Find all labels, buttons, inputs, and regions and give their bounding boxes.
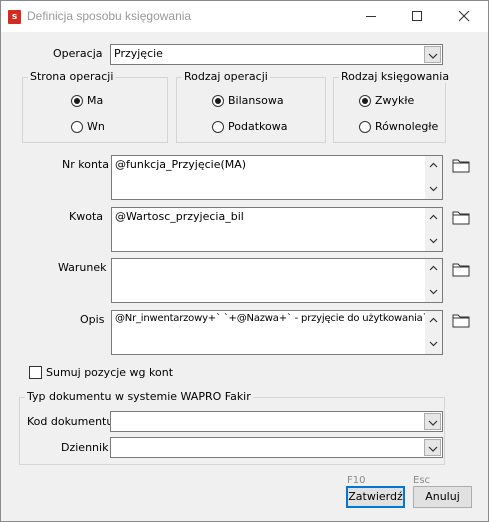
nr-konta-label: Nr konta [62, 158, 109, 171]
sumuj-checkbox[interactable] [29, 366, 42, 379]
window-title: Definicja sposobu księgowania [27, 9, 192, 23]
maximize-button[interactable] [395, 1, 441, 32]
radio-zwykle-label: Zwykłe [375, 94, 415, 107]
warunek-scrollbar[interactable] [425, 259, 442, 302]
typ-dokumentu-title: Typ dokumentu w systemie WAPRO Fakir [25, 390, 253, 403]
dziennik-select[interactable] [110, 437, 443, 458]
radio-wn[interactable] [71, 121, 83, 133]
operacja-value: Przyjęcie [114, 47, 163, 60]
radio-podatkowa-label: Podatkowa [228, 120, 288, 133]
scroll-down-icon[interactable] [429, 289, 438, 295]
kwota-scrollbar[interactable] [425, 208, 442, 251]
close-button[interactable] [442, 1, 488, 32]
maximize-icon [412, 11, 422, 21]
operacja-select[interactable]: Przyjęcie [110, 44, 443, 65]
folder-icon[interactable] [452, 313, 470, 328]
kwota-field[interactable]: @Wartosc_przyjecia_bil [111, 207, 443, 252]
nr-konta-scrollbar[interactable] [425, 156, 442, 199]
sumuj-label: Sumuj pozycje wg kont [46, 366, 174, 379]
kwota-value: @Wartosc_przyjecia_bil [115, 210, 244, 223]
anuluj-button[interactable]: Anuluj [413, 486, 472, 508]
scroll-down-icon[interactable] [429, 186, 438, 192]
dziennik-dropdown-button[interactable] [424, 439, 441, 456]
folder-icon[interactable] [452, 210, 470, 225]
dialog-window: s Definicja sposobu księgowania Operacja… [0, 0, 489, 522]
nr-konta-value: @funkcja_Przyjęcie(MA) [115, 158, 247, 171]
opis-scrollbar[interactable] [425, 311, 442, 354]
warunek-field[interactable] [111, 258, 443, 303]
minimize-icon [366, 16, 376, 17]
close-icon [459, 11, 470, 22]
scroll-up-icon[interactable] [429, 265, 438, 271]
radio-bilansowa-label: Bilansowa [228, 94, 284, 107]
chevron-down-icon [428, 446, 438, 452]
rodzaj-ksiegowania-title: Rodzaj księgowania [339, 70, 452, 83]
radio-rownolegle[interactable] [359, 121, 371, 133]
dziennik-label: Dziennik [61, 441, 109, 454]
scroll-down-icon[interactable] [429, 341, 438, 347]
opis-value: @Nr_inwentarzowy+` `+@Nazwa+` - przyjęci… [115, 313, 428, 324]
opis-field[interactable]: @Nr_inwentarzowy+` `+@Nazwa+` - przyjęci… [111, 310, 443, 355]
chevron-down-icon [428, 420, 438, 426]
title-bar[interactable]: s Definicja sposobu księgowania [1, 1, 488, 32]
rodzaj-operacji-group: Rodzaj operacji Bilansowa Podatkowa [176, 70, 326, 143]
cancel-shortcut-hint: Esc [413, 475, 431, 486]
kwota-label: Kwota [69, 210, 103, 223]
folder-icon[interactable] [452, 262, 470, 277]
nr-konta-field[interactable]: @funkcja_Przyjęcie(MA) [111, 155, 443, 200]
rodzaj-ksiegowania-group: Rodzaj księgowania Zwykłe Równoległe [333, 70, 452, 143]
scroll-up-icon[interactable] [429, 317, 438, 323]
zatwierdz-button[interactable]: Zatwierdź [346, 486, 405, 508]
opis-label: Opis [80, 313, 105, 326]
radio-ma-label: Ma [87, 94, 104, 107]
radio-ma[interactable] [71, 95, 83, 107]
radio-wn-label: Wn [87, 120, 105, 133]
radio-bilansowa[interactable] [212, 95, 224, 107]
scroll-up-icon[interactable] [429, 214, 438, 220]
warunek-label: Warunek [58, 261, 107, 274]
minimize-button[interactable] [349, 1, 395, 32]
folder-icon[interactable] [452, 158, 470, 173]
kod-dokumentu-dropdown-button[interactable] [424, 413, 441, 430]
strona-operacji-group: Strona operacji Ma Wn [22, 70, 168, 143]
strona-operacji-title: Strona operacji [28, 70, 116, 83]
rodzaj-operacji-title: Rodzaj operacji [182, 70, 270, 83]
kod-dokumentu-select[interactable] [110, 411, 443, 432]
radio-podatkowa[interactable] [212, 121, 224, 133]
operacja-dropdown-button[interactable] [424, 46, 441, 63]
radio-rownolegle-label: Równoległe [375, 120, 439, 133]
app-icon: s [8, 10, 21, 24]
operacja-label: Operacja [53, 47, 103, 60]
kod-dokumentu-label: Kod dokumentu [27, 415, 114, 428]
radio-zwykle[interactable] [359, 95, 371, 107]
scroll-up-icon[interactable] [429, 162, 438, 168]
chevron-down-icon [428, 53, 438, 59]
scroll-down-icon[interactable] [429, 238, 438, 244]
confirm-shortcut-hint: F10 [347, 475, 366, 486]
